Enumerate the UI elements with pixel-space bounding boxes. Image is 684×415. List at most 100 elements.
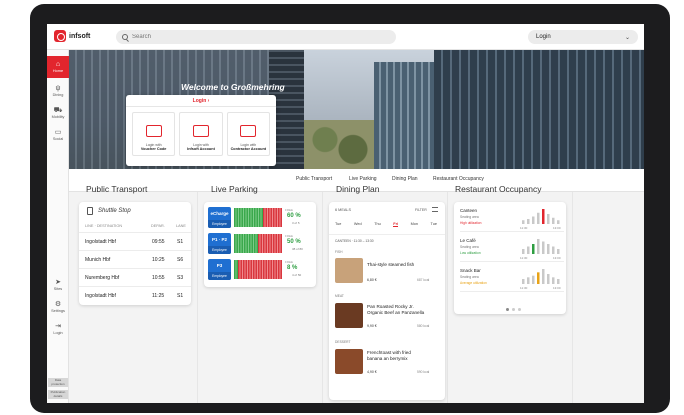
tab-restaurant-occupancy[interactable]: Restaurant Occupancy bbox=[433, 176, 484, 182]
lane: S3 bbox=[177, 275, 184, 281]
dish-image-beef[interactable] bbox=[335, 303, 363, 328]
occupancy-bar bbox=[547, 244, 550, 254]
dish-name[interactable]: Pan Roasted Rocky Jr. Organic Beef an Pa… bbox=[367, 304, 427, 316]
day-tab[interactable]: Tue bbox=[431, 222, 437, 227]
dining-plan-card[interactable]: 6 MEALS FILTER Tue Wed Thu Fri Mon Tue C… bbox=[329, 202, 445, 400]
day-tab-selected[interactable]: Fri bbox=[393, 222, 399, 227]
sidebar-item-label: Settings bbox=[51, 309, 65, 313]
logo-text: infsoft bbox=[69, 32, 91, 40]
dish-image-fish[interactable] bbox=[335, 258, 363, 283]
dish-price: 6,80 € bbox=[367, 278, 377, 282]
table-row[interactable]: Ingolstadt Hbf 09:55 S1 bbox=[79, 232, 191, 250]
occupancy-bar bbox=[522, 279, 525, 284]
sidebar-item-settings[interactable]: ⚙ Settings bbox=[47, 296, 69, 318]
time-end: 13:00 bbox=[553, 286, 561, 290]
carousel-dot[interactable] bbox=[512, 308, 515, 311]
shuttle-stop-card[interactable]: Shuttle Stop LINE · DESTINATION DEPAR. L… bbox=[79, 202, 191, 305]
utilization-status: Average utilization bbox=[460, 281, 487, 285]
divider bbox=[329, 234, 445, 235]
sidebar-item-login[interactable]: ⇥ Login bbox=[47, 318, 69, 340]
table-row[interactable]: Nuremberg Hbf 10:55 S3 bbox=[79, 268, 191, 286]
parking-row[interactable]: P3 Employee FREE 8 % 4 of 50 bbox=[208, 259, 314, 280]
sidebar-item-mobility[interactable]: ⛟ Mobility bbox=[47, 102, 69, 124]
day-tab[interactable]: Thu bbox=[374, 222, 381, 227]
time-end: 13:00 bbox=[553, 256, 561, 260]
occupancy-row[interactable]: Snack Bar Seating area Average utilizati… bbox=[460, 266, 564, 292]
occupancy-bar bbox=[557, 249, 560, 254]
login-option-label: Infsoft Account bbox=[187, 147, 215, 151]
carousel-dot[interactable] bbox=[506, 308, 509, 311]
contractor-icon bbox=[240, 125, 257, 137]
time-start: 11:30 bbox=[520, 256, 528, 260]
canteen-hours: CANTEEN · 11:30 – 13:30 bbox=[335, 239, 374, 243]
occupancy-chart bbox=[522, 209, 560, 224]
occupancy-bar bbox=[537, 272, 540, 284]
column-divider bbox=[447, 192, 448, 403]
tab-live-parking[interactable]: Live Parking bbox=[349, 176, 377, 182]
data-protection-link[interactable]: Data protection bbox=[48, 378, 68, 387]
filter-icon[interactable] bbox=[432, 207, 438, 212]
free-segment bbox=[234, 234, 258, 253]
parking-occupancy-bar bbox=[234, 208, 282, 227]
occupancy-bar bbox=[532, 216, 535, 224]
departure-time: 09:55 bbox=[152, 239, 165, 245]
occupancy-row[interactable]: Le Café Seating area Low utilization 11:… bbox=[460, 236, 564, 262]
occupied-segment bbox=[262, 208, 282, 227]
search-bar[interactable] bbox=[116, 30, 396, 44]
gear-icon: ⚙ bbox=[54, 301, 62, 308]
restaurant-name: Le Café bbox=[460, 238, 476, 243]
carousel-dot[interactable] bbox=[518, 308, 521, 311]
infsoft-logo[interactable]: infsoft bbox=[54, 30, 90, 42]
fork-knife-icon: ψ bbox=[55, 85, 61, 92]
sidebar-item-social[interactable]: ▭ Social bbox=[47, 124, 69, 146]
tab-public-transport[interactable]: Public Transport bbox=[296, 176, 332, 182]
navigation-arrow-icon: ➤ bbox=[55, 279, 61, 286]
sidebar: ⌂ Home ψ Dining ⛟ Mobility ▭ Social ➤ Si… bbox=[47, 50, 69, 403]
column-header-depart: DEPAR. bbox=[151, 224, 165, 228]
parking-row[interactable]: P1 · P2 Employee FREE 50 % 38 of 80 bbox=[208, 233, 314, 254]
sidebar-item-label: Dining bbox=[52, 93, 64, 97]
filter-label[interactable]: FILTER bbox=[415, 208, 427, 212]
sidebar-item-label: Login bbox=[53, 331, 63, 335]
utilization-status: Low utilization bbox=[460, 251, 481, 255]
login-card: Login › Login with Voucher Code Login wi… bbox=[126, 95, 276, 166]
login-contractor-account-button[interactable]: Login with Contractor Account bbox=[226, 112, 270, 156]
section-title-live-parking: Live Parking bbox=[211, 184, 258, 194]
departure-time: 11:25 bbox=[152, 293, 165, 299]
publication-details-link[interactable]: Publication details bbox=[48, 390, 68, 399]
dish-name[interactable]: Frenchtoast with fried banana an berrymi… bbox=[367, 350, 427, 362]
live-parking-card[interactable]: eCharge Employee FREE 60 % 3 of 5 P1 · P… bbox=[204, 202, 316, 287]
day-tab[interactable]: Wed bbox=[354, 222, 362, 227]
sidebar-item-dining[interactable]: ψ Dining bbox=[47, 80, 69, 102]
parking-badge: eCharge Employee bbox=[208, 207, 231, 228]
sidebar-item-home[interactable]: ⌂ Home bbox=[47, 56, 69, 78]
table-row[interactable]: Munich Hbf 10:25 S6 bbox=[79, 250, 191, 268]
login-card-title[interactable]: Login › bbox=[126, 95, 276, 107]
sidebar-item-sites[interactable]: ➤ Sites bbox=[47, 274, 69, 296]
utilization-status: High utilization bbox=[460, 221, 482, 225]
day-tab[interactable]: Tue bbox=[335, 222, 341, 227]
table-row[interactable]: Ingolstadt Hbf 11:25 S1 bbox=[79, 286, 191, 304]
free-label: FREE bbox=[285, 234, 294, 238]
column-divider bbox=[322, 192, 323, 403]
dish-name[interactable]: Thai-style steamed fish bbox=[367, 262, 427, 268]
occupancy-row[interactable]: Canteen Seating area High utilization 11… bbox=[460, 206, 564, 232]
free-percent: 8 % bbox=[287, 265, 298, 271]
login-voucher-button[interactable]: Login with Voucher Code bbox=[132, 112, 176, 156]
login-infsoft-account-button[interactable]: Login with Infsoft Account bbox=[179, 112, 223, 156]
parking-row[interactable]: eCharge Employee FREE 60 % 3 of 5 bbox=[208, 207, 314, 228]
occupancy-bar bbox=[532, 244, 535, 254]
tab-dining-plan[interactable]: Dining Plan bbox=[392, 176, 418, 182]
day-tab[interactable]: Mon bbox=[411, 222, 418, 227]
section-title-public-transport: Public Transport bbox=[86, 184, 148, 194]
trees-image bbox=[304, 120, 374, 169]
login-dropdown[interactable]: Login ⌄ bbox=[528, 30, 638, 44]
restaurant-occupancy-card[interactable]: Canteen Seating area High utilization 11… bbox=[454, 202, 566, 314]
search-input[interactable] bbox=[132, 34, 372, 40]
free-label: FREE bbox=[285, 260, 294, 264]
free-percent: 50 % bbox=[287, 239, 301, 245]
chat-icon: ▭ bbox=[54, 129, 62, 136]
restaurant-name: Snack Bar bbox=[460, 268, 481, 273]
dish-image-frenchtoast[interactable] bbox=[335, 349, 363, 374]
column-header-line: LINE · DESTINATION bbox=[85, 224, 123, 228]
